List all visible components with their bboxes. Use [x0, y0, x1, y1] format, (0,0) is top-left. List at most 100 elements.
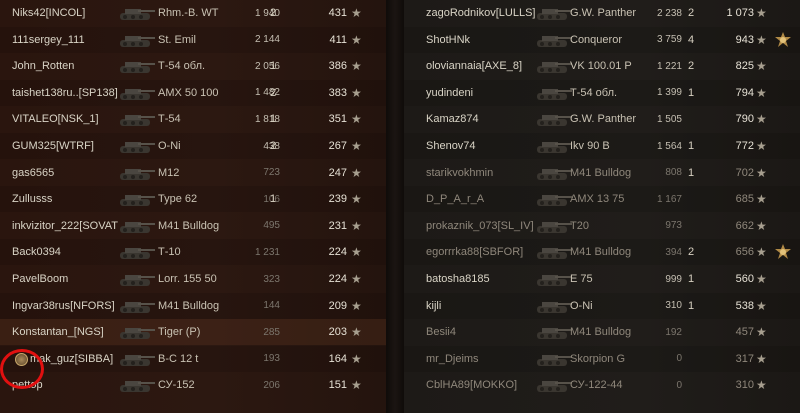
tank-name: СУ-152 — [158, 379, 195, 392]
kills-value: 1 — [687, 299, 695, 312]
tank-silhouette-icon — [116, 83, 156, 103]
star-icon: ★ — [351, 85, 362, 100]
star-icon: ★ — [756, 192, 767, 207]
damage-value: 192 — [665, 326, 682, 338]
player-name: Zullusss — [12, 193, 53, 206]
star-icon: ★ — [351, 139, 362, 153]
tank-silhouette-icon — [532, 56, 574, 76]
player-name: CblHA89[MOKKO] — [426, 379, 518, 392]
xp-value: 267 — [328, 140, 347, 152]
tank-silhouette-icon — [532, 322, 574, 342]
damage-value: 973 — [665, 220, 682, 232]
tank-name: M41 Bulldog — [570, 326, 632, 339]
star-icon: ★ — [756, 325, 767, 340]
tank-silhouette-icon — [532, 216, 574, 236]
tank-silhouette-icon — [116, 163, 156, 183]
damage-value: 2 238 — [656, 7, 682, 19]
player-name: Konstantan_[NGS] — [12, 326, 104, 339]
player-row: Besii4 M41 Bulldog 192 457 ★ — [404, 319, 800, 345]
kills-value: 2 — [687, 246, 695, 259]
player-row: Ingvar38rus[NFORS] M41 Bulldog 144 209 ★ — [0, 292, 386, 319]
tank-name: M41 Bulldog — [158, 299, 220, 312]
tank-silhouette-icon — [116, 322, 156, 342]
damage-value: 1 399 — [656, 87, 682, 99]
tank-name: St. Emil — [158, 33, 196, 46]
star-icon: ★ — [351, 165, 362, 180]
xp-value: 662 — [735, 219, 754, 232]
tank-silhouette-icon — [116, 269, 156, 289]
damage-value: 394 — [665, 246, 682, 258]
player-row: gas6565 M12 723 247 ★ — [0, 160, 386, 186]
kills-value: 1 — [269, 193, 277, 206]
damage-value: 0 — [676, 353, 682, 365]
xp-value: 224 — [328, 273, 347, 285]
player-row: mak_guz[SIBBA] B-C 12 t 193 164 ★ — [0, 345, 386, 372]
player-name: starikvokhmin — [426, 166, 494, 179]
tank-name: M12 — [158, 166, 180, 179]
kills-value: 4 — [687, 33, 695, 46]
tank-name: M41 Bulldog — [570, 166, 632, 179]
xp-value: 772 — [735, 140, 754, 152]
star-icon: ★ — [756, 378, 767, 393]
player-row: ShotHNk Conqueror 3 759 4 943 ★ — [404, 26, 800, 53]
xp-value: 310 — [735, 379, 754, 392]
tank-name: B-C 12 t — [158, 352, 199, 365]
star-icon: ★ — [351, 59, 362, 74]
player-row: Konstantan_[NGS] Tiger (P) 285 203 ★ — [0, 319, 386, 346]
damage-value: 3 759 — [656, 34, 682, 46]
kills-value: 2 — [687, 7, 695, 19]
player-row: yudindeni Т-54 обл. 1 399 1 794 ★ — [404, 79, 800, 106]
tank-name: E 75 — [570, 273, 593, 285]
tank-silhouette-icon — [116, 109, 156, 129]
star-icon: ★ — [756, 351, 767, 366]
player-name: zagoRodnikov[LULLS] — [426, 7, 536, 19]
damage-value: 1 564 — [656, 140, 682, 152]
right-team-panel: zagoRodnikov[LULLS] G.W. Panther 2 238 2 1 0… — [404, 0, 800, 413]
kills-value: 2 — [687, 60, 695, 73]
star-icon: ★ — [351, 325, 362, 340]
tank-silhouette-icon — [116, 349, 156, 369]
tank-silhouette-icon — [116, 3, 156, 23]
kills-value: 1 — [687, 273, 695, 285]
damage-value: 808 — [665, 167, 682, 179]
star-icon: ★ — [351, 272, 362, 286]
tank-silhouette-icon — [116, 56, 156, 76]
xp-value: 383 — [328, 86, 347, 99]
player-name: VITALEO[NSK_1] — [12, 113, 99, 126]
tank-name: Т-54 обл. — [158, 60, 206, 73]
player-name: Shenov74 — [426, 140, 476, 152]
tank-name: Т-10 — [158, 246, 181, 259]
player-name: Back0394 — [12, 246, 61, 259]
player-row: batosha8185 E 75 999 1 560 ★ — [404, 266, 800, 292]
tank-silhouette-icon — [532, 163, 574, 183]
damage-value: 144 — [263, 300, 280, 312]
player-row: egorrrka88[SBFOR] M41 Bulldog 394 2 656 ★ — [404, 239, 800, 266]
player-row: Zullusss Type 62 106 1 239 ★ — [0, 186, 386, 213]
star-icon: ★ — [756, 6, 767, 20]
tank-silhouette-icon — [532, 189, 574, 209]
damage-value: 1 167 — [656, 193, 682, 205]
tank-name: Tiger (P) — [158, 326, 201, 339]
kills-value: 1 — [687, 140, 695, 152]
star-icon: ★ — [351, 298, 362, 313]
tank-name: Т-54 обл. — [570, 86, 618, 99]
kills-value: 1 — [269, 60, 277, 73]
player-row: zagoRodnikov[LULLS] G.W. Panther 2 238 2 1 0… — [404, 0, 800, 26]
player-name: Kamaz874 — [426, 113, 479, 126]
left-team-panel: Niks42[INCOL] Rhm.-B. WT 1 940 2 431 ★ 111serg… — [0, 0, 386, 413]
kills-value: 2 — [269, 86, 277, 99]
star-icon: ★ — [351, 32, 362, 47]
star-icon: ★ — [351, 6, 362, 20]
star-icon: ★ — [351, 192, 362, 207]
player-name: ShotHNk — [426, 33, 471, 46]
annotation-circle — [0, 349, 44, 389]
damage-value: 310 — [665, 300, 682, 312]
player-name: Besii4 — [426, 326, 456, 339]
player-name: inkvizitor_222[SOVAT] — [12, 219, 118, 232]
xp-value: 151 — [328, 379, 347, 392]
star-icon: ★ — [756, 139, 767, 153]
kills-value: 2 — [269, 140, 277, 152]
tank-silhouette-icon — [116, 242, 156, 262]
player-name: D_P_A_r_A — [426, 193, 485, 206]
xp-value: 231 — [328, 219, 347, 232]
